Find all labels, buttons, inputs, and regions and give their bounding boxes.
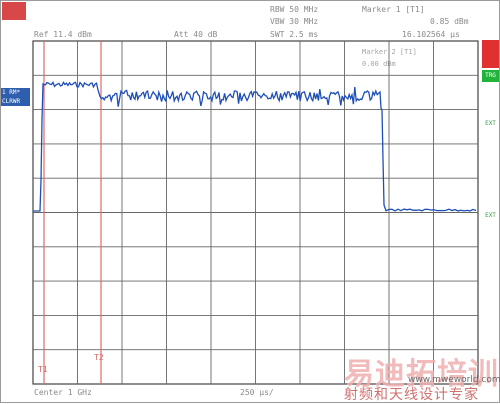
marker2-label: T2 <box>94 353 104 362</box>
trace-line <box>33 81 477 212</box>
span-per-division: 250 µs/ <box>240 388 274 397</box>
spectrum-plot: T1 T2 <box>32 40 479 385</box>
marker1-label: T1 <box>38 365 48 374</box>
center-frequency: Center 1 GHz <box>34 388 92 397</box>
watermark-subtitle: 射频和天线设计专家 <box>344 387 479 403</box>
